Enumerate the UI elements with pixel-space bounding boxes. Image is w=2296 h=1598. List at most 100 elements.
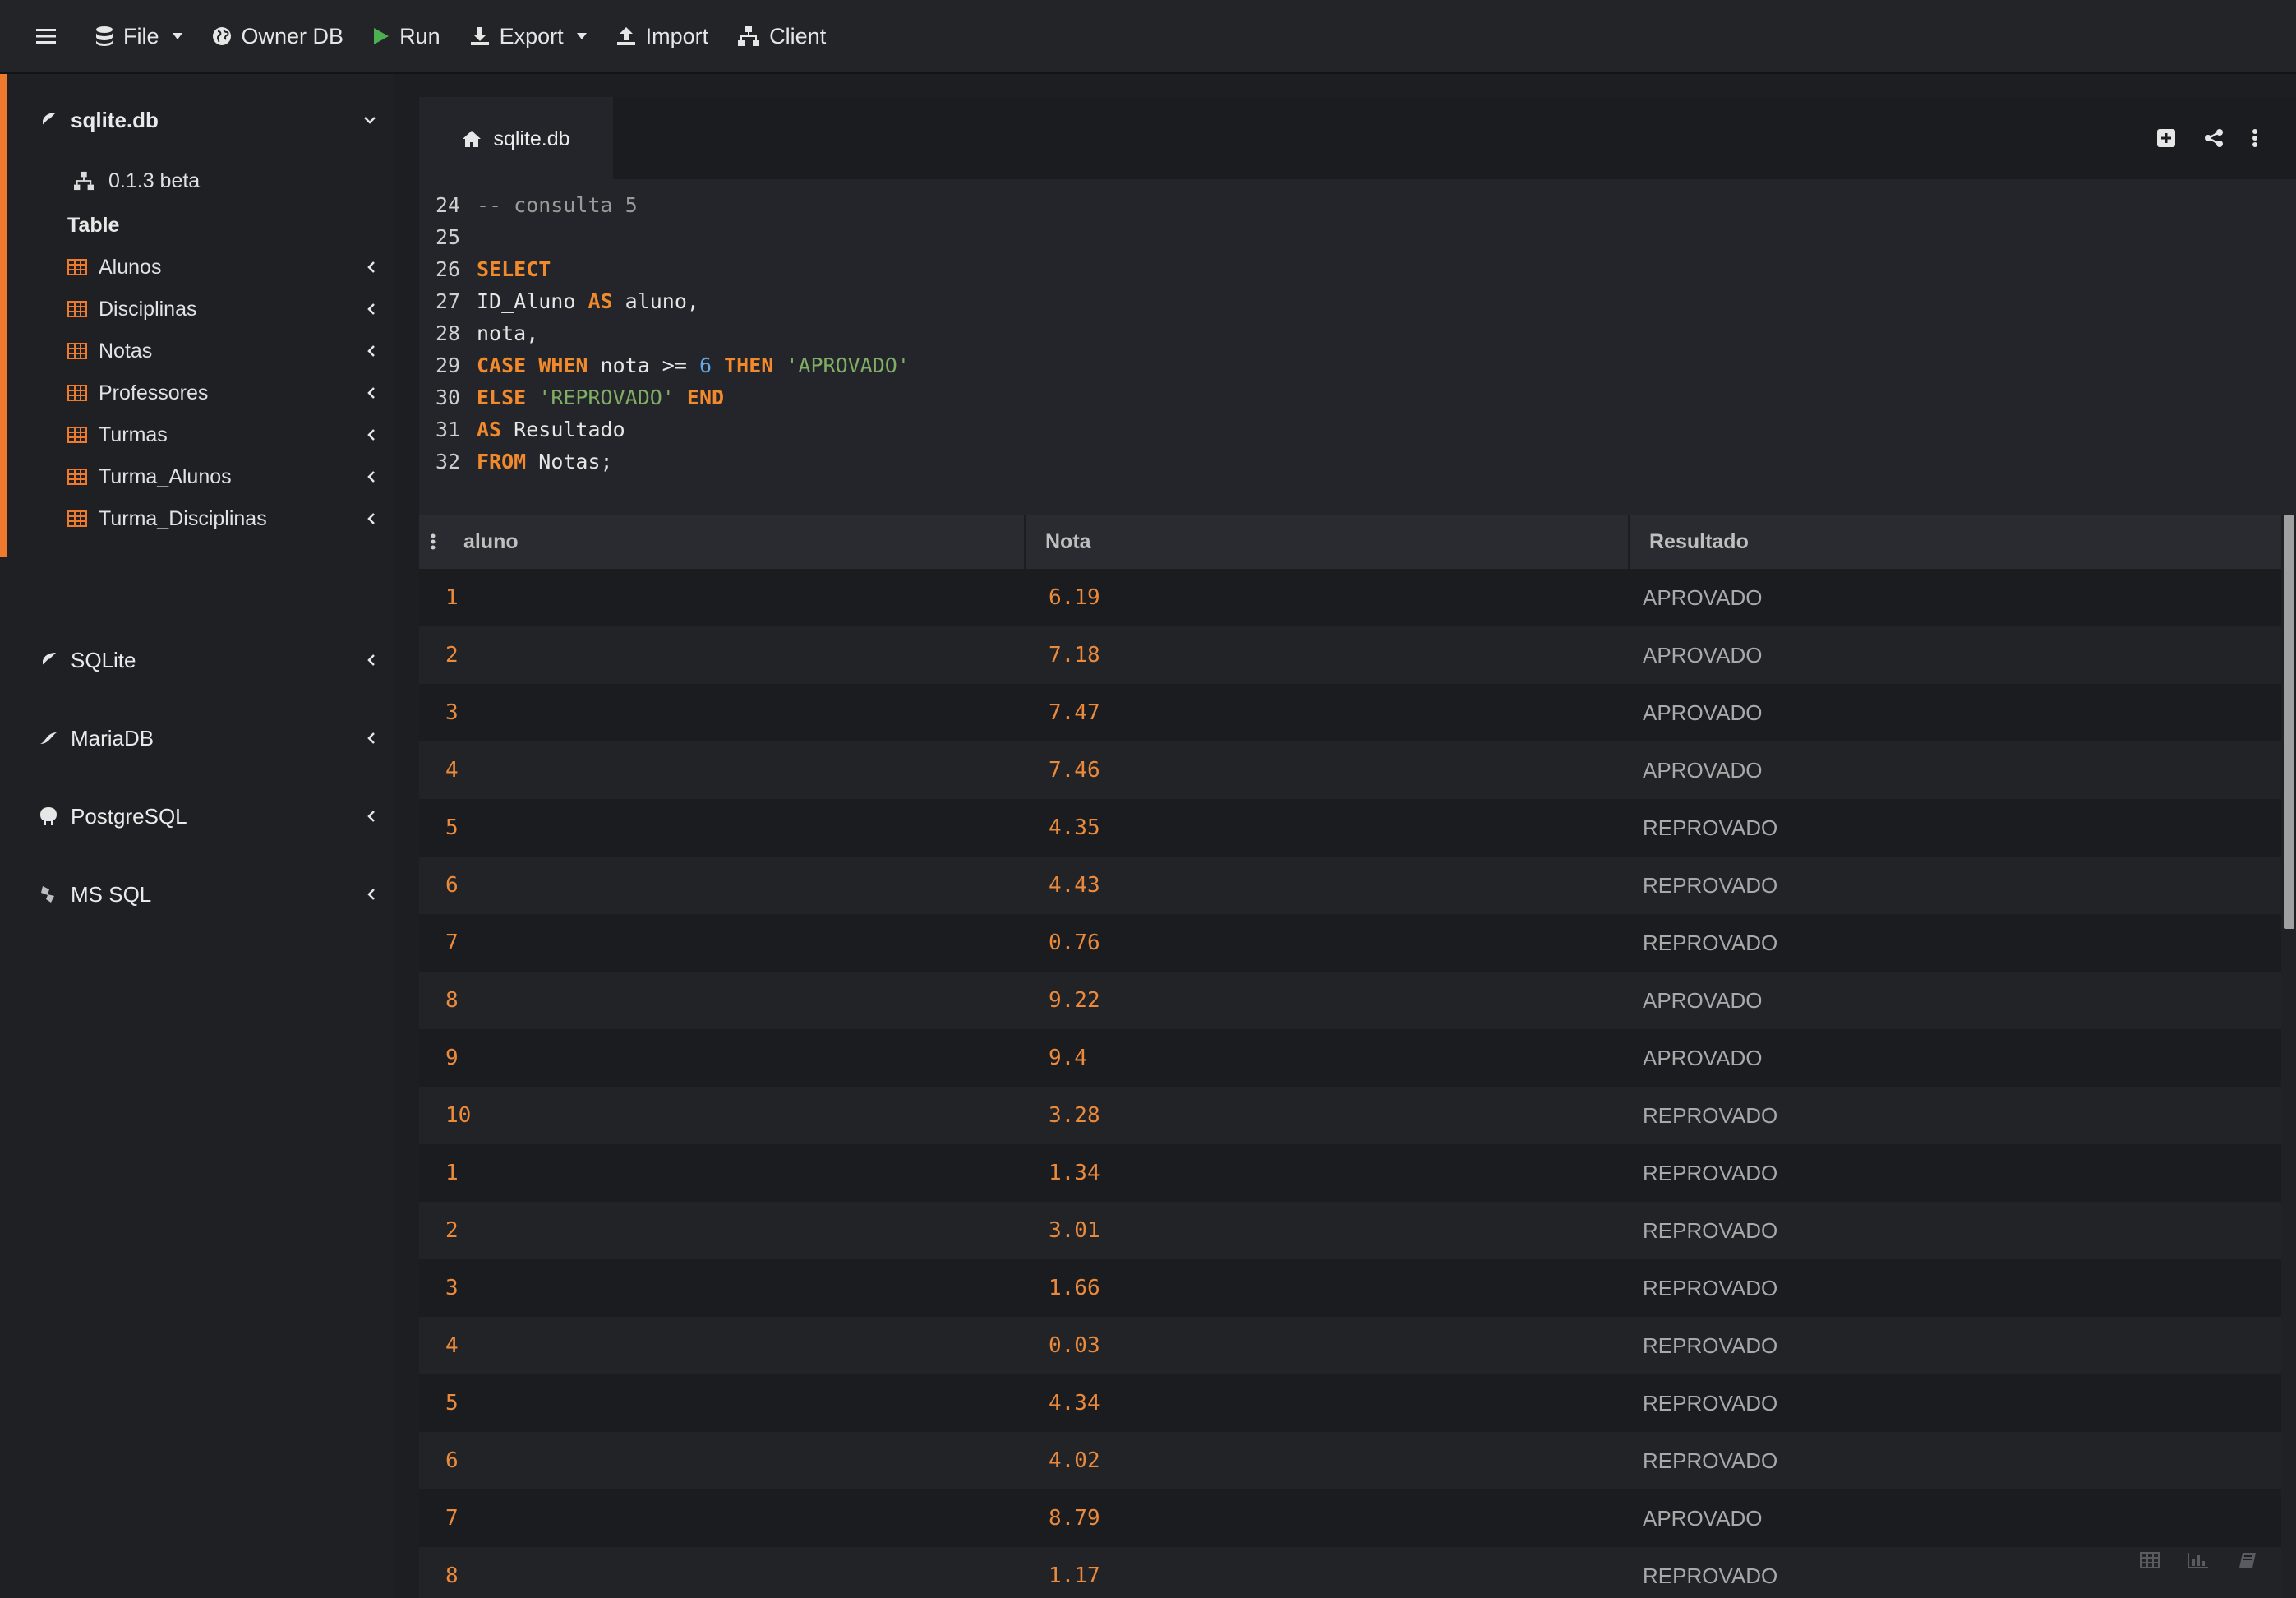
cell-nota: 6.19 xyxy=(1049,585,1100,610)
feather-icon xyxy=(40,653,56,668)
import-label: Import xyxy=(645,23,709,48)
play-icon xyxy=(374,28,390,44)
sidebar-db-mssql[interactable]: MS SQL xyxy=(39,875,376,913)
table-view-button[interactable] xyxy=(2140,1552,2160,1568)
new-tab-button[interactable] xyxy=(2156,128,2176,148)
table-row[interactable]: 8 1.17 REPROVADO xyxy=(419,1547,2281,1598)
column-menu-button[interactable] xyxy=(431,515,436,569)
cell-resultado: REPROVADO xyxy=(1643,873,1778,898)
cell-aluno: 9 xyxy=(445,1046,459,1070)
file-label: File xyxy=(123,23,159,48)
client-button[interactable]: Client xyxy=(738,0,826,72)
cell-nota: 9.4 xyxy=(1049,1046,1087,1070)
more-options-button[interactable] xyxy=(2252,128,2258,148)
line-number: 32 xyxy=(436,450,461,473)
cell-resultado: APROVADO xyxy=(1643,988,1763,1013)
cell-resultado: APROVADO xyxy=(1643,643,1763,667)
caret-down-icon xyxy=(172,33,182,39)
cell-resultado: APROVADO xyxy=(1643,700,1763,725)
sidebar-db-postgresql[interactable]: PostgreSQL xyxy=(39,797,376,835)
table-row[interactable]: 5 4.35 REPROVADO xyxy=(419,799,2281,857)
column-header-nota[interactable]: Nota xyxy=(1045,515,1091,569)
sitemap-icon xyxy=(74,171,94,191)
cell-aluno: 8 xyxy=(445,1563,459,1588)
cell-nota: 7.18 xyxy=(1049,643,1100,667)
line-number: 30 xyxy=(436,386,461,409)
grid-header: aluno Nota Resultado xyxy=(419,515,2281,569)
table-row[interactable]: 8 9.22 APROVADO xyxy=(419,972,2281,1029)
chevron-left-icon xyxy=(367,345,375,357)
sitemap-icon xyxy=(738,26,760,46)
sidebar-active-indicator xyxy=(0,74,7,557)
tab-sqlite-db[interactable]: sqlite.db xyxy=(419,97,613,181)
column-resize-handle[interactable] xyxy=(1628,515,1630,569)
cell-aluno: 3 xyxy=(445,1276,459,1300)
chevron-left-icon xyxy=(367,471,375,483)
sidebar-table-disciplinas[interactable]: Disciplinas xyxy=(67,290,376,328)
cell-resultado: REPROVADO xyxy=(1643,1333,1778,1358)
client-label: Client xyxy=(769,23,827,48)
table-row[interactable]: 6 4.43 REPROVADO xyxy=(419,857,2281,914)
table-row[interactable]: 4 7.46 APROVADO xyxy=(419,741,2281,799)
sidebar-table-professores[interactable]: Professores xyxy=(67,374,376,412)
column-header-aluno[interactable]: aluno xyxy=(463,515,519,569)
table-row[interactable]: 7 0.76 REPROVADO xyxy=(419,914,2281,972)
scrollbar-thumb[interactable] xyxy=(2284,515,2294,929)
sidebar-db-sqlite[interactable]: SQLite xyxy=(39,641,376,679)
docs-view-button[interactable] xyxy=(2238,1552,2257,1568)
cell-nota: 9.22 xyxy=(1049,988,1100,1013)
share-button[interactable] xyxy=(2204,128,2224,148)
cell-nota: 8.79 xyxy=(1049,1506,1100,1531)
chevron-left-icon xyxy=(367,889,375,900)
owner-db-button[interactable]: Owner DB xyxy=(212,0,343,72)
table-row[interactable]: 6 4.02 REPROVADO xyxy=(419,1432,2281,1489)
chevron-left-icon xyxy=(367,811,375,822)
cell-aluno: 1 xyxy=(445,585,459,610)
code-line: 29 CASE WHEN nota >= 6 THEN 'APROVADO' xyxy=(436,349,910,381)
sidebar-table-turma-disciplinas[interactable]: Turma_Disciplinas xyxy=(67,500,376,538)
sidebar-table-alunos[interactable]: Alunos xyxy=(67,248,376,286)
cell-resultado: REPROVADO xyxy=(1643,1563,1778,1588)
menu-button[interactable] xyxy=(36,0,56,72)
table-row[interactable]: 5 4.34 REPROVADO xyxy=(419,1374,2281,1432)
table-row[interactable]: 9 9.4 APROVADO xyxy=(419,1029,2281,1087)
table-row[interactable]: 7 8.79 APROVADO xyxy=(419,1489,2281,1547)
line-number: 28 xyxy=(436,321,461,345)
import-button[interactable]: Import xyxy=(616,0,709,72)
table-row[interactable]: 10 3.28 REPROVADO xyxy=(419,1087,2281,1144)
code-line: 27 ID_Aluno AS aluno, xyxy=(436,285,699,317)
cell-nota: 4.35 xyxy=(1049,815,1100,840)
code-line: 30 ELSE 'REPROVADO' END xyxy=(436,381,724,413)
sidebar-db-mariadb[interactable]: MariaDB xyxy=(39,719,376,757)
db-label: MariaDB xyxy=(71,725,154,751)
cell-aluno: 4 xyxy=(445,1333,459,1358)
export-menu[interactable]: Export xyxy=(470,0,587,72)
table-icon xyxy=(67,343,87,359)
table-row[interactable]: 2 3.01 REPROVADO xyxy=(419,1202,2281,1259)
cell-resultado: REPROVADO xyxy=(1643,1161,1778,1185)
run-button[interactable]: Run xyxy=(373,0,440,72)
cell-resultado: APROVADO xyxy=(1643,758,1763,783)
cell-aluno: 8 xyxy=(445,988,459,1013)
sidebar-table-turmas[interactable]: Turmas xyxy=(67,416,376,454)
sidebar-db-sqlite-db[interactable]: sqlite.db xyxy=(39,104,376,136)
table-row[interactable]: 3 1.66 REPROVADO xyxy=(419,1259,2281,1317)
sidebar-table-turma-alunos[interactable]: Turma_Alunos xyxy=(67,458,376,496)
column-header-resultado[interactable]: Resultado xyxy=(1649,515,1749,569)
chevron-left-icon xyxy=(367,732,375,744)
cell-aluno: 5 xyxy=(445,1391,459,1416)
table-row[interactable]: 1 1.34 REPROVADO xyxy=(419,1144,2281,1202)
table-row[interactable]: 3 7.47 APROVADO xyxy=(419,684,2281,741)
database-icon xyxy=(96,26,113,46)
sidebar-table-notas[interactable]: Notas xyxy=(67,332,376,370)
file-menu[interactable]: File xyxy=(95,0,182,72)
table-row[interactable]: 4 0.03 REPROVADO xyxy=(419,1317,2281,1374)
table-row[interactable]: 2 7.18 APROVADO xyxy=(419,626,2281,684)
table-row[interactable]: 1 6.19 APROVADO xyxy=(419,569,2281,626)
home-icon xyxy=(463,131,482,147)
cell-aluno: 6 xyxy=(445,873,459,898)
chart-view-button[interactable] xyxy=(2188,1552,2209,1568)
db-name: sqlite.db xyxy=(71,107,159,132)
column-resize-handle[interactable] xyxy=(1024,515,1026,569)
cell-resultado: REPROVADO xyxy=(1643,1276,1778,1300)
